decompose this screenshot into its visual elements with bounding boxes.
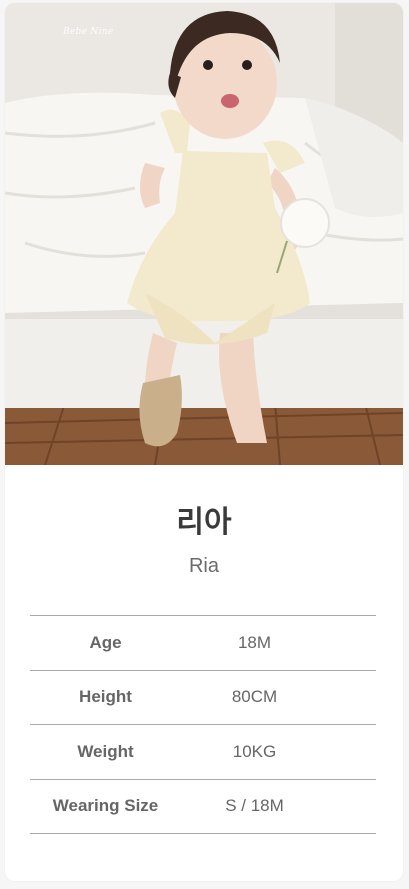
model-name-english: Ria: [188, 555, 219, 577]
spec-label: Wearing Size: [52, 796, 159, 816]
model-card: Bebe Nine 리아 Ria Age 18M Height 80CM Wei…: [5, 3, 403, 881]
spec-label: Weight: [77, 741, 134, 761]
model-name-korean: 리아: [176, 505, 232, 540]
spec-row-height: Height 80CM: [30, 671, 376, 725]
spec-label: Height: [79, 687, 132, 707]
spec-row-weight: Weight 10KG: [30, 725, 376, 780]
spec-row-wearing-size: Wearing Size S / 18M: [30, 780, 376, 834]
spec-value: 10KG: [232, 741, 277, 761]
model-photo-illustration: [5, 3, 403, 465]
spec-row-age: Age 18M: [30, 616, 376, 671]
spec-value: 18M: [237, 632, 272, 652]
model-photo: Bebe Nine: [5, 3, 403, 465]
spec-value: S / 18M: [225, 796, 284, 816]
model-spec-table: Age 18M Height 80CM Weight 10KG Wearing …: [30, 615, 376, 834]
spec-label: Age: [89, 632, 122, 652]
spec-value: 80CM: [231, 687, 278, 707]
brand-watermark: Bebe Nine: [63, 27, 114, 37]
